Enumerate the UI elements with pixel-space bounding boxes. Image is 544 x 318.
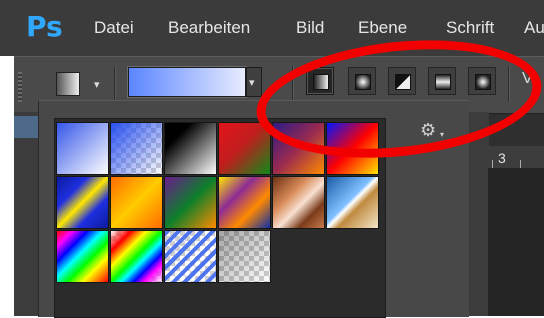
preset-blue-yellow-blue[interactable] (56, 176, 109, 229)
menu-schrift[interactable]: Schrift (446, 18, 494, 38)
document-canvas[interactable] (488, 168, 544, 316)
preset-copper[interactable] (272, 176, 325, 229)
gradient-picker[interactable] (127, 66, 247, 98)
ruler-tick (492, 160, 493, 168)
page-margin (0, 56, 14, 316)
chevron-down-icon: ▾ (249, 77, 255, 89)
preset-transparent-rainbow[interactable] (110, 230, 163, 283)
menu-bearbeiten[interactable]: Bearbeiten (168, 18, 250, 38)
preset-blue-white[interactable] (56, 122, 109, 175)
gradient-tool-preset-icon[interactable] (56, 72, 80, 96)
photoshop-window: Ps Datei Bearbeiten Bild Ebene Schrift A… (0, 0, 544, 318)
preset-red-green[interactable] (218, 122, 271, 175)
preset-orange-yellow-orange[interactable] (110, 176, 163, 229)
swatch-fill (219, 231, 270, 282)
menu-ansicht-cut[interactable]: Au (524, 18, 544, 38)
preset-black-white[interactable] (164, 122, 217, 175)
swatch-fill (111, 123, 162, 174)
preset-yellow-violet-orange-blue[interactable] (218, 176, 271, 229)
options-bar-grip[interactable] (18, 72, 22, 102)
menu-datei[interactable]: Datei (94, 18, 134, 38)
tools-panel-edge (14, 112, 38, 316)
preset-neutral-density[interactable] (218, 230, 271, 283)
menu-ebene[interactable]: Ebene (358, 18, 407, 38)
menu-bild[interactable]: Bild (296, 18, 324, 38)
ps-logo: Ps (26, 10, 63, 43)
preset-blue-transparent[interactable] (110, 122, 163, 175)
swatch-fill (111, 231, 162, 282)
preset-violet-green-orange[interactable] (164, 176, 217, 229)
gradient-picker-dropdown[interactable]: ▾ (246, 67, 262, 97)
tool-preset-caret-icon[interactable]: ▾ (94, 78, 100, 91)
separator (114, 66, 115, 102)
ruler-tick (520, 160, 521, 168)
ruler-label: 3 (498, 150, 506, 166)
preset-chrome[interactable] (326, 176, 379, 229)
panel-scroll-edge (468, 112, 489, 316)
preset-transparent-stripes[interactable] (164, 230, 217, 283)
horizontal-ruler (488, 146, 544, 169)
swatch-fill (165, 231, 216, 282)
preset-spectrum[interactable] (56, 230, 109, 283)
document-tab-edge[interactable] (14, 116, 38, 138)
